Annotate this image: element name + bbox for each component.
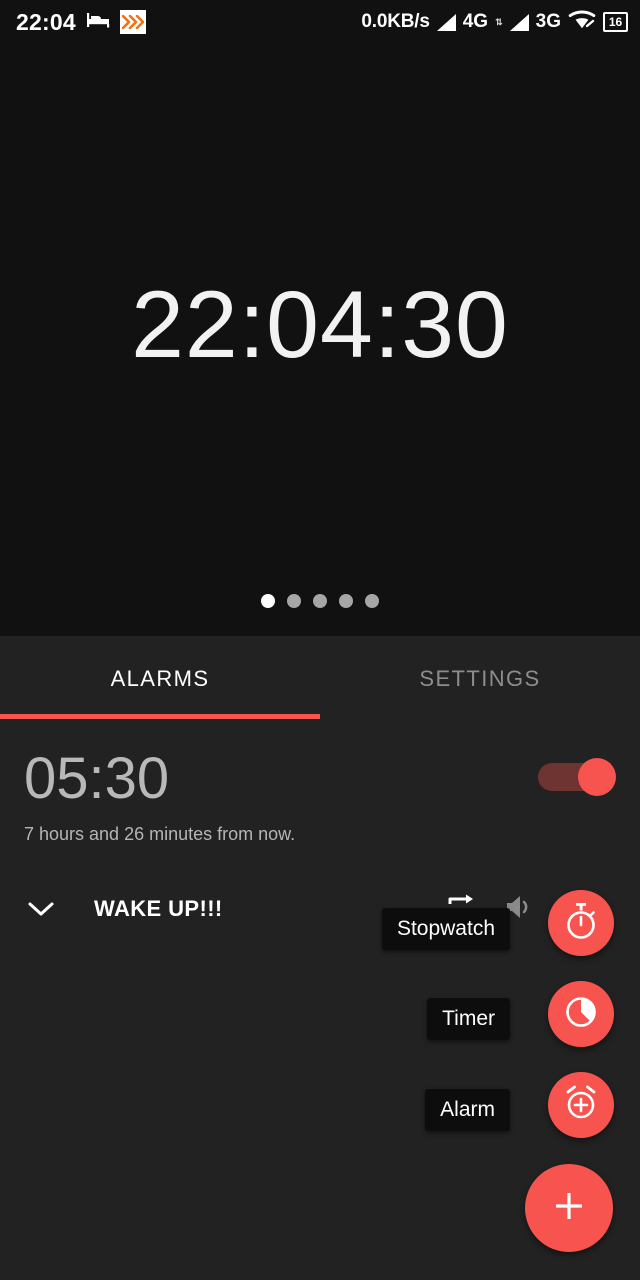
digital-clock: 22:04:30 [131, 271, 509, 378]
clock-pane[interactable]: 22:04:30 [0, 44, 640, 636]
status-bar: 22:04 0.0KB/s 4G ⇅ 3G 16 [0, 0, 640, 44]
stopwatch-icon [562, 901, 600, 946]
alarm-detail-row: WAKE UP!!! [0, 880, 640, 938]
tab-alarms[interactable]: ALARMS [0, 636, 320, 722]
alarm-time: 05:30 [24, 746, 170, 811]
page-dot-1[interactable] [261, 594, 275, 608]
network-type-label-1: 4G [462, 11, 489, 32]
data-transfer-arrows-icon: ⇅ [495, 16, 503, 27]
alarm-add-icon [562, 1084, 600, 1127]
network-speed-label: 0.0KB/s [361, 11, 430, 32]
plus-icon [551, 1188, 587, 1229]
bed-icon [86, 11, 110, 34]
fast-forward-badge-icon [119, 10, 146, 34]
fab-timer[interactable] [548, 981, 614, 1047]
status-bar-clock: 22:04 [16, 8, 76, 35]
page-dot-2[interactable] [287, 594, 301, 608]
signal-bars-icon-1 [436, 13, 456, 31]
alarm-label: WAKE UP!!! [94, 896, 223, 921]
fab-alarm[interactable] [548, 1072, 614, 1138]
network-type-label-2: 3G [535, 11, 561, 32]
chevron-down-icon[interactable] [24, 900, 58, 918]
tooltip-stopwatch: Stopwatch [381, 908, 510, 950]
tooltip-timer: Timer [427, 998, 510, 1040]
page-dot-4[interactable] [339, 594, 353, 608]
tooltip-alarm: Alarm [425, 1089, 510, 1131]
page-dot-5[interactable] [365, 594, 379, 608]
alarm-enable-toggle[interactable] [538, 758, 616, 796]
toggle-thumb [578, 758, 616, 796]
timer-icon [563, 994, 599, 1035]
status-bar-left: 22:04 [16, 9, 146, 36]
alarm-countdown-text: 7 hours and 26 minutes from now. [24, 824, 296, 844]
alarm-list-item[interactable]: 05:30 7 hours and 26 minutes from now. [0, 722, 640, 845]
tab-active-indicator [0, 714, 320, 719]
tab-bar: ALARMS SETTINGS [0, 636, 640, 722]
page-dot-3[interactable] [313, 594, 327, 608]
signal-bars-icon-2 [509, 13, 529, 31]
tab-settings[interactable]: SETTINGS [320, 636, 640, 722]
battery-indicator: 16 [603, 12, 628, 32]
fab-stopwatch[interactable] [548, 890, 614, 956]
page-indicator [0, 594, 640, 608]
status-bar-right: 0.0KB/s 4G ⇅ 3G 16 [361, 9, 628, 35]
fab-add[interactable] [525, 1164, 613, 1252]
wifi-icon [568, 9, 596, 35]
